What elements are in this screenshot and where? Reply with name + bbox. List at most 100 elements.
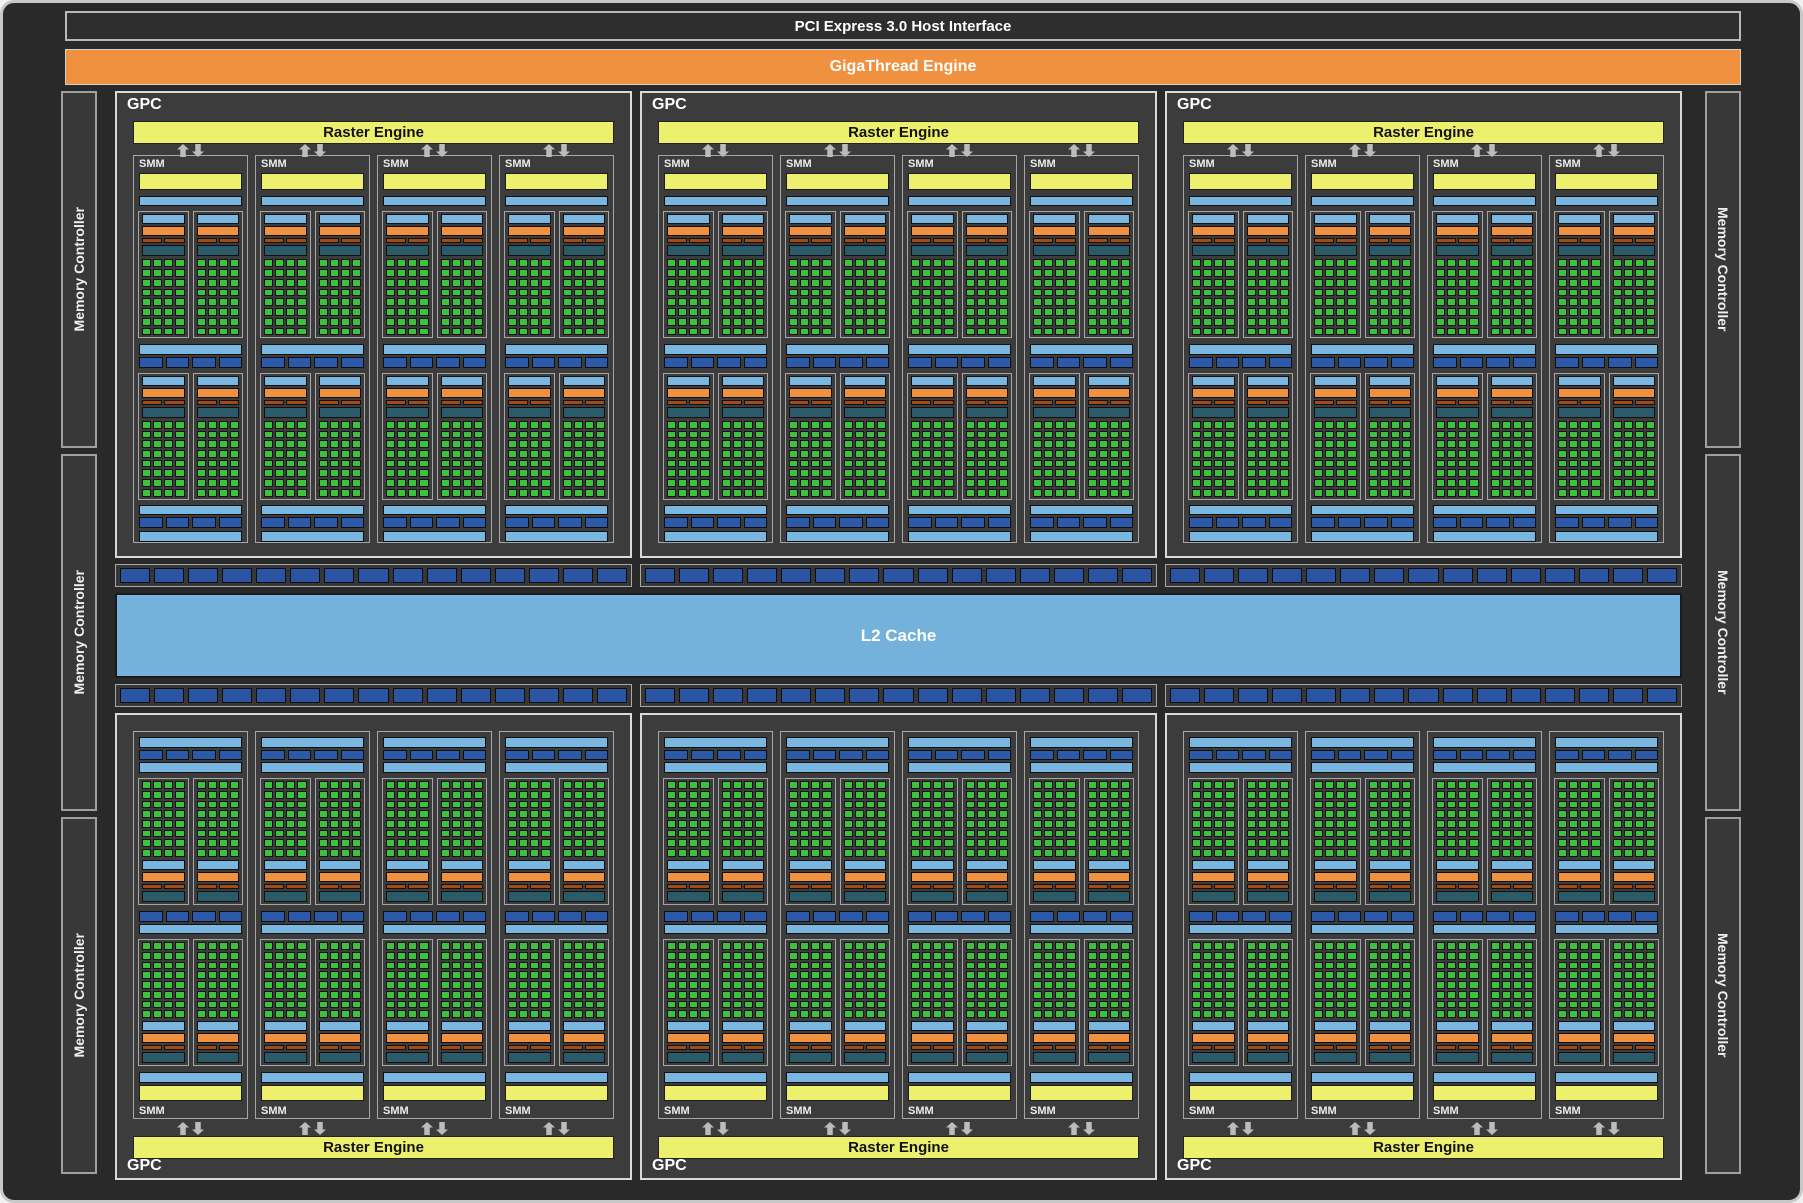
tex-unit-segment	[664, 911, 688, 922]
cuda-core	[1314, 469, 1323, 477]
instruction-buffer-bar	[197, 376, 240, 386]
cuda-core	[1258, 971, 1267, 979]
cuda-core	[1055, 489, 1064, 497]
dispatch-unit-bar	[463, 884, 483, 889]
cuda-core	[530, 849, 539, 857]
cuda-core	[1580, 298, 1589, 306]
cuda-core	[1336, 469, 1345, 477]
instruction-buffer-bar	[1088, 860, 1131, 870]
smm-label: SMM	[1428, 156, 1541, 172]
cuda-core	[667, 318, 676, 326]
cuda-core	[297, 962, 306, 970]
cuda-core	[977, 971, 986, 979]
dispatch-unit-bar	[1558, 1045, 1578, 1050]
cuda-core	[1325, 1010, 1334, 1018]
cuda-core	[689, 421, 698, 429]
cuda-core	[1110, 489, 1119, 497]
cuda-core	[153, 952, 162, 960]
crossbar-segment	[679, 688, 709, 703]
cuda-core	[1055, 781, 1064, 789]
cuda-core	[1280, 298, 1289, 306]
cuda-core	[844, 1010, 853, 1018]
cuda-core	[197, 318, 206, 326]
register-file-bar	[1491, 1052, 1534, 1063]
cuda-core	[922, 308, 931, 316]
cuda-core	[1646, 781, 1655, 789]
cuda-core	[1635, 962, 1644, 970]
cuda-core	[966, 952, 975, 960]
smm-label: SMM	[378, 156, 491, 172]
texture-cache-bar	[1433, 762, 1536, 773]
cuda-core	[1110, 810, 1119, 818]
cuda-core	[386, 952, 395, 960]
cuda-core	[508, 440, 517, 448]
cuda-core	[153, 830, 162, 838]
cuda-core	[153, 801, 162, 809]
cuda-core	[197, 942, 206, 950]
cuda-core	[142, 942, 151, 950]
dispatch-unit-bar	[722, 884, 742, 889]
register-file-bar	[1033, 891, 1076, 902]
cuda-core	[1280, 308, 1289, 316]
cuda-core	[678, 991, 687, 999]
cuda-core	[1469, 269, 1478, 277]
cuda-core	[1391, 479, 1400, 487]
cuda-core	[1044, 318, 1053, 326]
cuda-core	[1569, 801, 1578, 809]
smm-label: SMM	[903, 1102, 1016, 1118]
cuda-core	[755, 849, 764, 857]
cuda-core	[1066, 830, 1075, 838]
cuda-core	[1447, 1010, 1456, 1018]
cuda-core	[197, 1001, 206, 1009]
cuda-core	[1269, 849, 1278, 857]
cuda-core	[219, 431, 228, 439]
texture-cache-bar	[908, 531, 1011, 542]
cuda-core	[264, 952, 273, 960]
cuda-core	[1099, 820, 1108, 828]
gpc-box: GPCRaster EngineSMMSMMSMMSMM	[115, 91, 632, 558]
warp-scheduler-bar	[264, 388, 307, 398]
crossbar-segment	[883, 688, 913, 703]
cuda-core	[1524, 781, 1533, 789]
cuda-core	[844, 489, 853, 497]
register-file-bar	[563, 891, 606, 902]
cuda-core	[1646, 801, 1655, 809]
cuda-core	[1491, 781, 1500, 789]
cuda-core	[419, 781, 428, 789]
cuda-core	[1044, 259, 1053, 267]
cuda-core	[1225, 839, 1234, 847]
dispatch-unit-bar	[866, 1045, 886, 1050]
cuda-core	[822, 298, 831, 306]
cuda-core	[1269, 328, 1278, 336]
instruction-buffer-bar	[1436, 376, 1479, 386]
cuda-core	[1369, 991, 1378, 999]
texture-cache-bar	[139, 505, 242, 516]
processing-block-pair	[907, 778, 1012, 905]
cuda-core	[1380, 791, 1389, 799]
cuda-core	[508, 1010, 517, 1018]
warp-scheduler-bar	[667, 226, 710, 236]
cuda-core	[1491, 269, 1500, 277]
cuda-core	[1066, 318, 1075, 326]
tex-unit-segment	[219, 911, 243, 922]
cuda-core	[944, 289, 953, 297]
texture-cache-bar	[261, 924, 364, 935]
dispatch-unit-bar	[1613, 1045, 1633, 1050]
cuda-core	[1513, 781, 1522, 789]
cuda-core	[574, 479, 583, 487]
cuda-core	[855, 328, 864, 336]
tex-unit-segment	[532, 911, 556, 922]
arrow-up-icon	[946, 144, 958, 157]
cuda-core	[397, 991, 406, 999]
cuda-core	[744, 971, 753, 979]
cuda-core	[164, 820, 173, 828]
cuda-core	[397, 489, 406, 497]
tex-unit-segment	[1189, 911, 1213, 922]
cuda-core	[596, 991, 605, 999]
processing-block-pair	[260, 211, 365, 338]
core-grid	[789, 781, 832, 857]
cuda-core	[596, 801, 605, 809]
cuda-core	[744, 849, 753, 857]
cuda-core	[1369, 328, 1378, 336]
dispatch-unit-bar	[966, 400, 986, 405]
